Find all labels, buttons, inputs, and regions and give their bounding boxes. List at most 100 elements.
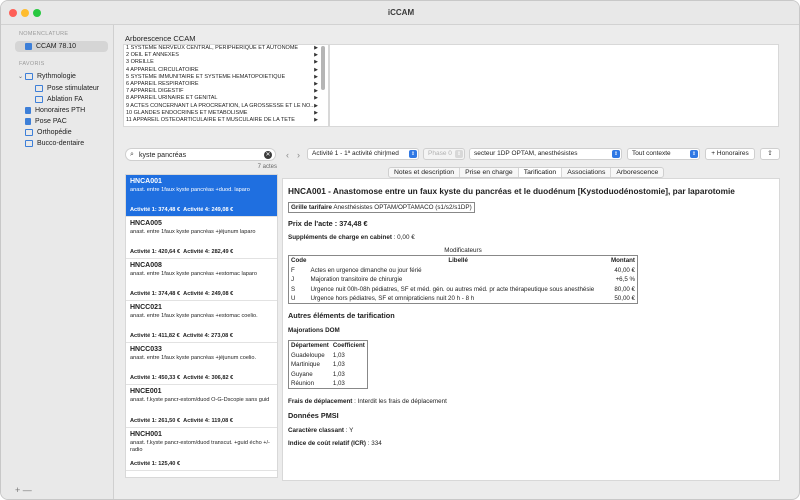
tree-item[interactable]: 3 OREILLE ▶ (124, 59, 318, 66)
act-title: HNCA001 - Anastomose entre un faux kyste… (288, 186, 735, 196)
act-label: anast. f.kyste pancr-estom/duod O-G-Dsco… (130, 397, 270, 403)
activite-select[interactable]: Activité 1 - 1ª activité chir|med ⇕ (307, 148, 419, 160)
search-field[interactable]: ⌕ kyste pancréas ✕ (125, 148, 276, 161)
window-title: iCCAM (387, 8, 415, 17)
phase-select-value: Phase 0 (428, 150, 452, 157)
table-header-row: Code Libellé Montant (289, 256, 638, 266)
sidebar-item-pose-stimulateur[interactable]: Pose stimulateur (35, 83, 99, 94)
tree-item-label: 6 APPAREIL RESPIRATOIRE (126, 80, 199, 87)
tab-prise-en-charge[interactable]: Prise en charge (460, 168, 519, 177)
mod-montant: 50,00 € (614, 295, 635, 303)
sidebar-item-ablation-fa[interactable]: Ablation FA (35, 94, 83, 105)
act-row[interactable]: HNCA001 anast. entre 1faux kyste pancréa… (126, 175, 277, 217)
column-header: Coefficient (332, 342, 365, 350)
sidebar-item-ccam[interactable]: CCAM 78.10 (15, 41, 108, 52)
column-header: Département (291, 342, 329, 350)
folder-icon (25, 129, 33, 136)
share-icon: ⇪ (767, 150, 773, 157)
act-label: anast. entre 1faux kyste pancréas +duod.… (130, 187, 250, 193)
table-row: J Majoration transitoire de chirurgie +6… (289, 275, 638, 285)
dom-coefficient: 1,03 (332, 380, 345, 388)
mod-montant: 80,00 € (614, 285, 635, 293)
act-row[interactable]: HNCA005 anast. entre 1faux kyste pancréa… (126, 217, 277, 259)
phase-select[interactable]: Phase 0 ⇕ (423, 148, 465, 160)
act-code: HNCE001 (130, 388, 162, 395)
act-price-4: Activité 4: 249,08 € (183, 207, 234, 213)
sidebar-item-label: CCAM 78.10 (36, 43, 77, 50)
mod-libelle: Urgence hors pédiatres, SF et omnipratic… (310, 295, 475, 303)
mod-code: J (291, 276, 295, 284)
act-code: HNCA008 (130, 262, 162, 269)
act-row[interactable]: HNCE001 anast. f.kyste pancr-estom/duod … (126, 385, 277, 428)
sidebar-add-remove-controls[interactable]: + — (15, 485, 32, 495)
tree-item[interactable]: 9 ACTES CONCERNANT LA PROCRÉATION, LA GR… (124, 103, 318, 110)
book-icon (35, 96, 43, 103)
sidebar-item-label: Rythmologie (37, 73, 76, 80)
clear-search-icon[interactable]: ✕ (264, 151, 272, 159)
supplements-value: : 0,00 € (391, 234, 415, 241)
tree-scrollbar[interactable] (321, 46, 325, 90)
sidebar-item-rythmologie[interactable]: Rythmologie (25, 71, 76, 82)
dom-departement: Martinique (291, 361, 320, 369)
tab-arborescence[interactable]: Arborescence (611, 168, 663, 177)
sidebar-section-favoris: FAVORIS (19, 61, 45, 67)
sidebar-item-label: Honoraires PTH (35, 107, 86, 114)
table-header-row: Département Coefficient (289, 341, 368, 351)
tree-item[interactable]: 6 APPAREIL RESPIRATOIRE ▶ (124, 81, 318, 88)
act-code: HNCH001 (130, 431, 162, 438)
tree-item[interactable]: 1 SYSTÈME NERVEUX CENTRAL, PÉRIPHÉRIQUE … (124, 45, 318, 52)
sidebar-item-bucco-dentaire[interactable]: Bucco-dentaire (25, 138, 84, 149)
title-bar: iCCAM (1, 1, 799, 25)
dom-departement: Guyane (291, 370, 313, 378)
act-row[interactable]: HNCA008 anast. entre 1faux kyste pancréa… (126, 259, 277, 301)
table-row: Réunion 1,03 (289, 379, 368, 389)
act-label: anast. entre 1faux kyste pancréas +jéjun… (130, 229, 256, 235)
sidebar-item-honoraires-pth[interactable]: Honoraires PTH (25, 105, 85, 116)
tree-item[interactable]: 8 APPAREIL URINAIRE ET GÉNITAL ▶ (124, 95, 318, 102)
tree-item-label: 9 ACTES CONCERNANT LA PROCRÉATION, LA GR… (126, 102, 315, 109)
tree-item[interactable]: 7 APPAREIL DIGESTIF ▶ (124, 88, 318, 95)
tree-item[interactable]: 10 GLANDES ENDOCRINES ET MÉTABOLISME ▶ (124, 110, 318, 117)
tree-item[interactable]: 11 APPAREIL OSTÉOARTICULAIRE ET MUSCULAI… (124, 117, 318, 124)
tree-item[interactable]: 2 OEIL ET ANNEXES ▶ (124, 52, 318, 59)
add-honoraires-button[interactable]: + Honoraires (705, 148, 755, 160)
chevron-right-icon: ▶ (314, 52, 318, 59)
forward-button[interactable]: › (297, 150, 300, 160)
share-button[interactable]: ⇪ (760, 148, 780, 160)
act-row[interactable]: HNCC021 anast. entre 1faux kyste pancréa… (126, 301, 277, 343)
tab-notes[interactable]: Notes et description (389, 168, 461, 177)
mod-code: F (291, 266, 295, 274)
tree-column-chapters: 1 SYSTÈME NERVEUX CENTRAL, PÉRIPHÉRIQUE … (123, 44, 329, 127)
tree-item-label: 1 SYSTÈME NERVEUX CENTRAL, PÉRIPHÉRIQUE … (126, 45, 299, 51)
act-row[interactable]: HNCH001 anast. f.kyste pancr-estom/duod … (126, 428, 277, 471)
grille-tarifaire: Grille tarifaire Anesthésistes OPTAM/OPT… (288, 202, 475, 213)
secteur-select[interactable]: secteur 1DP OPTAM, anesthésistes ⇕ (469, 148, 622, 160)
chevron-right-icon: ▶ (314, 116, 318, 123)
detail-pane: HNCA001 - Anastomose entre un faux kyste… (282, 178, 780, 481)
tree-item[interactable]: 4 APPAREIL CIRCULATOIRE ▶ (124, 67, 318, 74)
sidebar: NOMENCLATURE CCAM 78.10 FAVORIS ⌄ Rythmo… (1, 25, 114, 499)
tab-associations[interactable]: Associations (562, 168, 612, 177)
mod-code: S (291, 285, 296, 293)
chevron-right-icon: ▶ (314, 88, 318, 95)
home-icon (25, 43, 32, 50)
act-price-4: Activité 4: 282,49 € (183, 249, 234, 255)
back-button[interactable]: ‹ (286, 150, 289, 160)
tree-item[interactable]: 5 SYSTÈME IMMUNITAIRE ET SYSTÈME HÉMATOP… (124, 74, 318, 81)
supplements-label: Suppléments de charge en cabinet (288, 234, 392, 241)
icr-value: : 334 (366, 440, 382, 447)
column-header: Montant (610, 257, 635, 265)
act-prices: Activité 1: 450,33 € Activité 4: 306,82 … (130, 375, 233, 381)
act-prices: Activité 1: 374,48 € Activité 4: 249,08 … (130, 291, 233, 297)
act-prices: Activité 1: 411,82 € Activité 4: 273,08 … (130, 333, 233, 339)
document-icon (25, 118, 31, 125)
chevron-updown-icon: ⇕ (690, 150, 698, 158)
sidebar-item-orthopedie[interactable]: Orthopédie (25, 127, 72, 138)
contexte-select[interactable]: Tout contexte ⇕ (627, 148, 700, 160)
disclosure-chevron-icon[interactable]: ⌄ (18, 73, 23, 80)
search-input[interactable]: kyste pancréas (139, 152, 186, 159)
act-row[interactable]: HNCC033 anast. entre 1faux kyste pancréa… (126, 343, 277, 385)
acts-list: HNCA001 anast. entre 1faux kyste pancréa… (125, 174, 278, 478)
sidebar-item-pose-pac[interactable]: Pose PAC (25, 116, 67, 127)
tab-tarification[interactable]: Tarification (518, 168, 563, 177)
